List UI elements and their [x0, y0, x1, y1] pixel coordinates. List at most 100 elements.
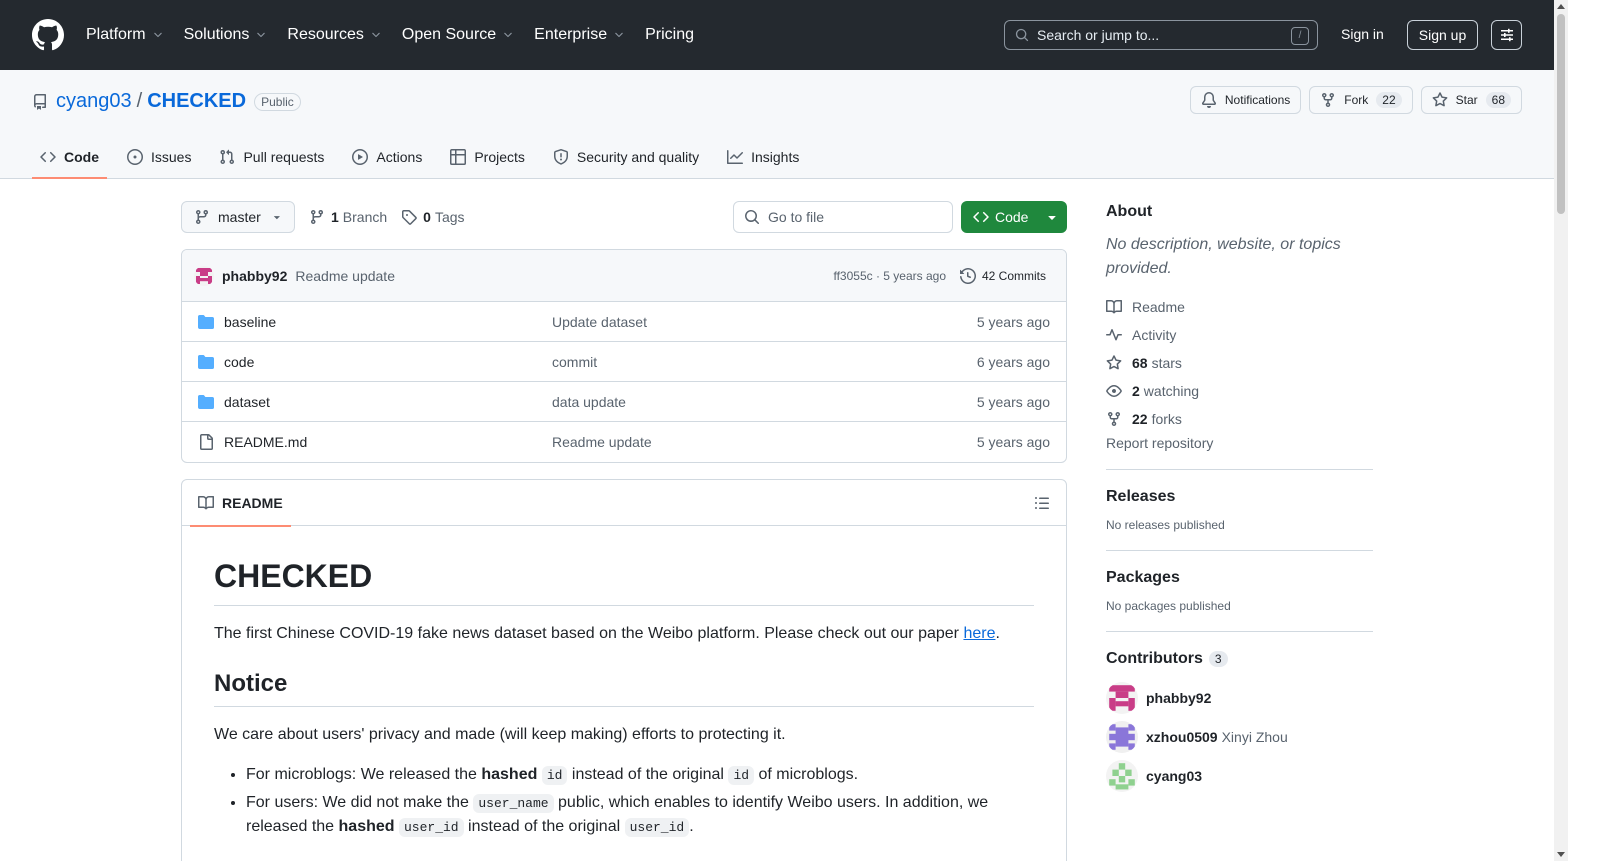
tag-icon — [402, 210, 417, 225]
about-sidebar: About No description, website, or topics… — [1106, 203, 1373, 795]
history-icon — [959, 267, 976, 284]
stars-link[interactable]: 68 stars — [1106, 349, 1373, 377]
contributor[interactable]: cyang03 — [1106, 756, 1373, 795]
file-row[interactable]: baseline Update dataset 5 years ago — [182, 302, 1066, 342]
notifications-button[interactable]: Notifications — [1189, 86, 1302, 114]
pull-request-icon — [220, 149, 235, 164]
nav-solutions[interactable]: Solutions — [184, 26, 268, 44]
sign-up-button[interactable]: Sign up — [1407, 20, 1478, 50]
tab-insights[interactable]: Insights — [719, 134, 807, 179]
file-commit-message[interactable]: commit — [552, 354, 597, 370]
contributors-title[interactable]: Contributors 3 — [1106, 650, 1373, 668]
repo-name-link[interactable]: CHECKED — [147, 90, 246, 113]
page-scrollbar[interactable] — [1554, 0, 1568, 861]
tab-code[interactable]: Code — [32, 134, 107, 179]
file-age: 5 years ago — [976, 313, 1050, 330]
search-input[interactable]: Search or jump to... / — [1004, 20, 1318, 50]
shield-icon — [553, 148, 568, 165]
text: instead of the original — [567, 766, 729, 783]
commit-author[interactable]: phabby92 — [222, 268, 287, 284]
tab-issues[interactable]: Issues — [119, 134, 199, 179]
report-repository-link[interactable]: Report repository — [1106, 435, 1373, 451]
nav-open-source[interactable]: Open Source — [402, 26, 514, 44]
packages-title[interactable]: Packages — [1106, 569, 1373, 587]
code-dropdown-button[interactable]: Code — [961, 201, 1067, 233]
chevron-down-icon — [372, 32, 380, 38]
file-row[interactable]: dataset data update 5 years ago — [182, 382, 1066, 422]
repo-owner-link[interactable]: cyang03 — [56, 90, 132, 113]
commits-link[interactable]: 42 Commits — [959, 267, 1046, 284]
file-name[interactable]: dataset — [224, 394, 552, 410]
file-commit-message[interactable]: Readme update — [552, 434, 652, 450]
star-button[interactable]: Star 68 — [1420, 86, 1522, 114]
tags-link[interactable]: 0 Tags — [401, 209, 465, 225]
tab-actions[interactable]: Actions — [344, 134, 430, 179]
watching-link[interactable]: 2 watching — [1106, 377, 1373, 405]
commit-message[interactable]: Readme update — [295, 268, 395, 284]
file-commit-message[interactable]: Update dataset — [552, 314, 647, 330]
file-name[interactable]: README.md — [224, 434, 552, 450]
branches-link[interactable]: 1 Branch — [309, 209, 387, 225]
paper-link[interactable]: here — [963, 625, 995, 642]
tab-label: Insights — [751, 148, 800, 165]
readme-header: README — [182, 480, 1066, 527]
tab-label: Projects — [474, 148, 525, 165]
contributor-login: cyang03 — [1146, 767, 1203, 784]
tag-count: 0 — [423, 209, 431, 225]
nav-resources[interactable]: Resources — [287, 26, 381, 44]
file-age: 5 years ago — [976, 393, 1050, 410]
sign-in-link[interactable]: Sign in — [1341, 26, 1384, 42]
contributor[interactable]: xzhou0509 Xinyi Zhou — [1106, 717, 1373, 756]
readme-tab[interactable]: README — [190, 480, 291, 527]
tag-label: Tags — [434, 209, 465, 225]
branch-selector[interactable]: master — [181, 201, 295, 233]
forks-link[interactable]: 22 forks — [1106, 405, 1373, 433]
file-name[interactable]: code — [224, 354, 552, 370]
issue-icon — [127, 148, 143, 165]
scrollbar-thumb[interactable] — [1557, 14, 1565, 214]
list-outline-icon[interactable] — [1034, 495, 1050, 511]
readme-link[interactable]: Readme — [1106, 293, 1373, 321]
nav-label: Resources — [287, 26, 364, 43]
go-to-file-input[interactable]: Go to file — [733, 201, 953, 233]
tab-projects[interactable]: Projects — [442, 134, 533, 179]
nav-pricing[interactable]: Pricing — [645, 26, 694, 44]
star-icon — [1432, 92, 1448, 107]
releases-title[interactable]: Releases — [1106, 488, 1373, 506]
file-name[interactable]: baseline — [224, 314, 552, 330]
nav-platform[interactable]: Platform — [86, 26, 164, 44]
tab-security[interactable]: Security and quality — [545, 134, 707, 179]
code-icon — [973, 211, 989, 223]
readme-tab-label: README — [222, 495, 283, 511]
avatar[interactable] — [1106, 720, 1138, 753]
avatar[interactable] — [194, 265, 214, 286]
page-margin — [1568, 0, 1600, 861]
tab-pull-requests[interactable]: Pull requests — [211, 134, 332, 179]
fork-icon — [1108, 412, 1120, 427]
file-commit-message[interactable]: data update — [552, 394, 626, 410]
readme-body: CHECKED The first Chinese COVID-19 fake … — [182, 526, 1066, 839]
readme-title: CHECKED — [214, 558, 1034, 606]
avatar[interactable] — [1106, 681, 1138, 714]
commit-hash-time[interactable]: ff3055c · 5 years ago — [833, 269, 946, 283]
inline-code: id — [728, 766, 755, 785]
scroll-up-arrow[interactable] — [1557, 4, 1565, 9]
github-logo-icon[interactable] — [32, 19, 64, 51]
menu-button[interactable] — [1491, 20, 1522, 50]
file-row[interactable]: code commit 6 years ago — [182, 342, 1066, 382]
nav-enterprise[interactable]: Enterprise — [534, 26, 625, 44]
contributor[interactable]: phabby92 — [1106, 678, 1373, 717]
activity-link[interactable]: Activity — [1106, 321, 1373, 349]
avatar[interactable] — [1106, 759, 1138, 792]
file-row[interactable]: README.md Readme update 5 years ago — [182, 422, 1066, 462]
text: For users: We did not make the — [246, 794, 474, 811]
forks-label: forks — [1151, 411, 1182, 427]
divider — [1106, 550, 1373, 551]
scroll-down-arrow[interactable] — [1557, 852, 1565, 857]
repo-actions: Notifications Fork 22 Star 68 — [1182, 86, 1522, 114]
chevron-down-icon — [615, 32, 623, 38]
text: instead of the original — [463, 818, 625, 835]
fork-button[interactable]: Fork 22 — [1309, 86, 1413, 114]
repo-separator: / — [136, 90, 143, 112]
search-icon — [1015, 28, 1029, 42]
